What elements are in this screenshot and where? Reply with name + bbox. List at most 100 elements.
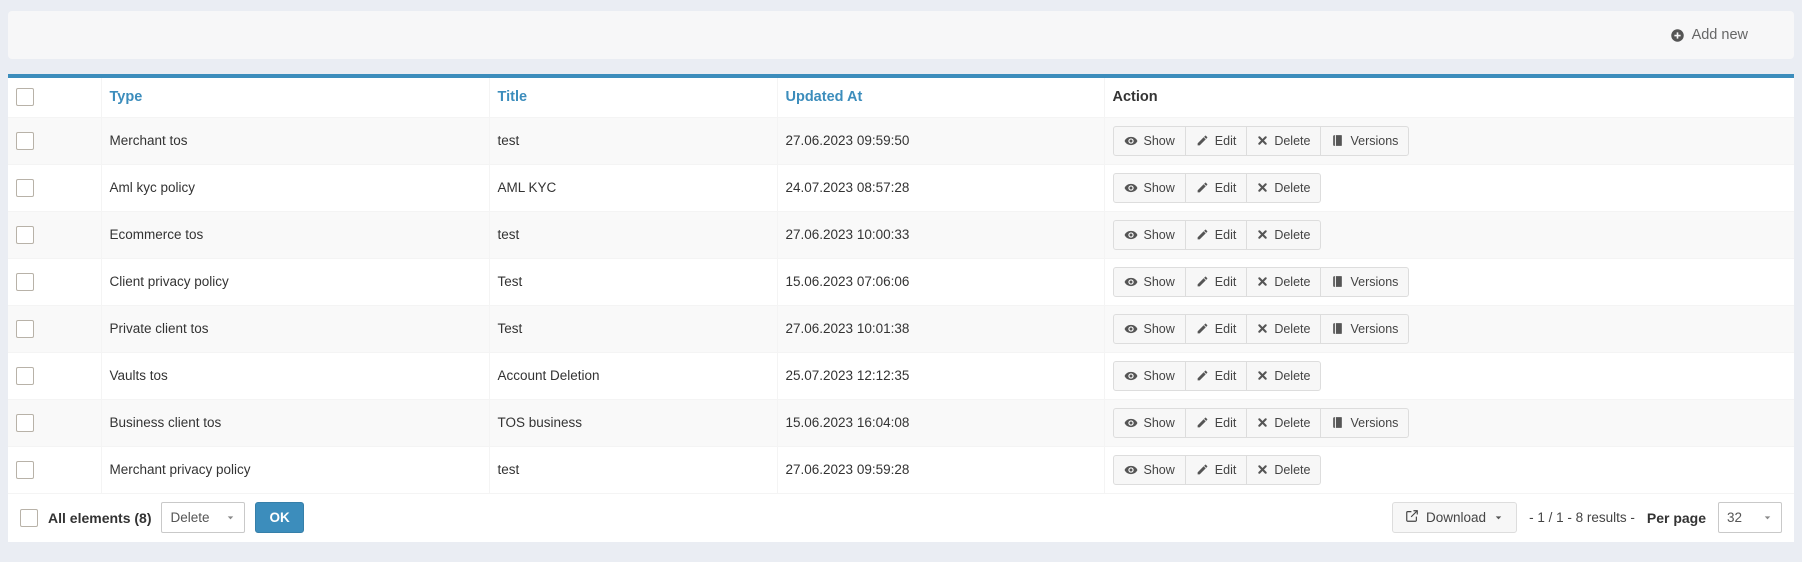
table-row: Merchant tostest27.06.2023 09:59:50ShowE… xyxy=(8,117,1794,164)
select-all-checkbox[interactable] xyxy=(16,88,34,106)
cell-title: test xyxy=(489,117,777,164)
cell-type: Aml kyc policy xyxy=(101,164,489,211)
delete-button[interactable]: Delete xyxy=(1246,408,1321,438)
show-button[interactable]: Show xyxy=(1113,408,1186,438)
action-button-group: ShowEditDeleteVersions xyxy=(1113,408,1410,438)
eye-icon xyxy=(1124,369,1138,383)
cell-type: Client privacy policy xyxy=(101,258,489,305)
cell-actions: ShowEditDelete xyxy=(1104,352,1794,399)
table-footer: All elements (8) Delete OK Download - 1 … xyxy=(8,494,1794,543)
cell-title: test xyxy=(489,446,777,493)
book-icon xyxy=(1331,134,1344,147)
table-row: Ecommerce tostest27.06.2023 10:00:33 Show… xyxy=(8,211,1794,258)
cell-actions: ShowEditDelete xyxy=(1104,446,1794,493)
cell-actions: ShowEditDelete xyxy=(1104,164,1794,211)
row-checkbox[interactable] xyxy=(16,273,34,291)
plus-circle-icon xyxy=(1670,28,1685,43)
action-button-group: ShowEditDeleteVersions xyxy=(1113,314,1410,344)
versions-button[interactable]: Versions xyxy=(1320,408,1409,438)
edit-button[interactable]: Edit xyxy=(1185,314,1248,344)
times-icon xyxy=(1257,135,1268,146)
eye-icon xyxy=(1124,134,1138,148)
cell-updated-at: 15.06.2023 07:06:06 xyxy=(777,258,1104,305)
column-header-updated-at[interactable]: Updated At xyxy=(786,89,863,105)
cell-updated-at: 25.07.2023 12:12:35 xyxy=(777,352,1104,399)
cell-title: test xyxy=(489,211,777,258)
row-checkbox[interactable] xyxy=(16,367,34,385)
per-page-select[interactable]: 32 xyxy=(1718,502,1782,533)
eye-icon xyxy=(1124,463,1138,477)
delete-button[interactable]: Delete xyxy=(1246,361,1321,391)
delete-button[interactable]: Delete xyxy=(1246,455,1321,485)
pencil-icon xyxy=(1196,134,1209,147)
edit-button[interactable]: Edit xyxy=(1185,220,1248,250)
pencil-icon xyxy=(1196,181,1209,194)
show-button[interactable]: Show xyxy=(1113,455,1186,485)
bulk-action-select[interactable]: Delete xyxy=(161,502,245,533)
delete-button[interactable]: Delete xyxy=(1246,220,1321,250)
versions-button[interactable]: Versions xyxy=(1320,267,1409,297)
cell-title: Account Deletion xyxy=(489,352,777,399)
add-new-label: Add new xyxy=(1692,27,1748,43)
pagination-summary: - 1 / 1 - 8 results - xyxy=(1529,510,1635,525)
table-header-row: Type Title Updated At Action xyxy=(8,78,1794,117)
cell-title: Test xyxy=(489,305,777,352)
row-checkbox[interactable] xyxy=(16,320,34,338)
cell-title: TOS business xyxy=(489,399,777,446)
delete-button[interactable]: Delete xyxy=(1246,267,1321,297)
download-button[interactable]: Download xyxy=(1392,502,1517,533)
delete-button[interactable]: Delete xyxy=(1246,314,1321,344)
bulk-action-value: Delete xyxy=(170,510,209,525)
cell-updated-at: 27.06.2023 09:59:28 xyxy=(777,446,1104,493)
edit-button[interactable]: Edit xyxy=(1185,408,1248,438)
versions-button[interactable]: Versions xyxy=(1320,314,1409,344)
show-button[interactable]: Show xyxy=(1113,267,1186,297)
ok-button[interactable]: OK xyxy=(255,502,303,533)
pencil-icon xyxy=(1196,275,1209,288)
show-button[interactable]: Show xyxy=(1113,220,1186,250)
edit-button[interactable]: Edit xyxy=(1185,126,1248,156)
edit-button[interactable]: Edit xyxy=(1185,267,1248,297)
row-checkbox[interactable] xyxy=(16,132,34,150)
cell-type: Private client tos xyxy=(101,305,489,352)
column-header-type[interactable]: Type xyxy=(110,89,143,105)
table-row: Merchant privacy policytest27.06.2023 09… xyxy=(8,446,1794,493)
cell-actions: ShowEditDeleteVersions xyxy=(1104,399,1794,446)
action-button-group: ShowEditDeleteVersions xyxy=(1113,267,1410,297)
edit-button[interactable]: Edit xyxy=(1185,455,1248,485)
records-table: Type Title Updated At Action Merchant to… xyxy=(8,78,1794,494)
add-new-button[interactable]: Add new xyxy=(1670,27,1748,43)
versions-button[interactable]: Versions xyxy=(1320,126,1409,156)
table-row: Client privacy policyTest15.06.2023 07:0… xyxy=(8,258,1794,305)
edit-button[interactable]: Edit xyxy=(1185,173,1248,203)
eye-icon xyxy=(1124,322,1138,336)
cell-type: Ecommerce tos xyxy=(101,211,489,258)
times-icon xyxy=(1257,182,1268,193)
show-button[interactable]: Show xyxy=(1113,361,1186,391)
delete-button[interactable]: Delete xyxy=(1246,126,1321,156)
table-row: Business client tosTOS business15.06.202… xyxy=(8,399,1794,446)
show-button[interactable]: Show xyxy=(1113,173,1186,203)
row-checkbox[interactable] xyxy=(16,414,34,432)
times-icon xyxy=(1257,323,1268,334)
action-button-group: ShowEditDelete xyxy=(1113,173,1322,203)
download-label: Download xyxy=(1426,510,1486,525)
column-header-title[interactable]: Title xyxy=(498,89,528,105)
edit-button[interactable]: Edit xyxy=(1185,361,1248,391)
eye-icon xyxy=(1124,275,1138,289)
action-button-group: ShowEditDeleteVersions xyxy=(1113,126,1410,156)
select-all-elements-checkbox[interactable] xyxy=(20,509,38,527)
show-button[interactable]: Show xyxy=(1113,126,1186,156)
eye-icon xyxy=(1124,181,1138,195)
show-button[interactable]: Show xyxy=(1113,314,1186,344)
times-icon xyxy=(1257,417,1268,428)
cell-updated-at: 27.06.2023 10:00:33 xyxy=(777,211,1104,258)
times-icon xyxy=(1257,370,1268,381)
row-checkbox[interactable] xyxy=(16,179,34,197)
column-header-action: Action xyxy=(1104,78,1794,117)
table-row: Aml kyc policyAML KYC24.07.2023 08:57:28… xyxy=(8,164,1794,211)
row-checkbox[interactable] xyxy=(16,461,34,479)
cell-actions: ShowEditDeleteVersions xyxy=(1104,305,1794,352)
row-checkbox[interactable] xyxy=(16,226,34,244)
delete-button[interactable]: Delete xyxy=(1246,173,1321,203)
